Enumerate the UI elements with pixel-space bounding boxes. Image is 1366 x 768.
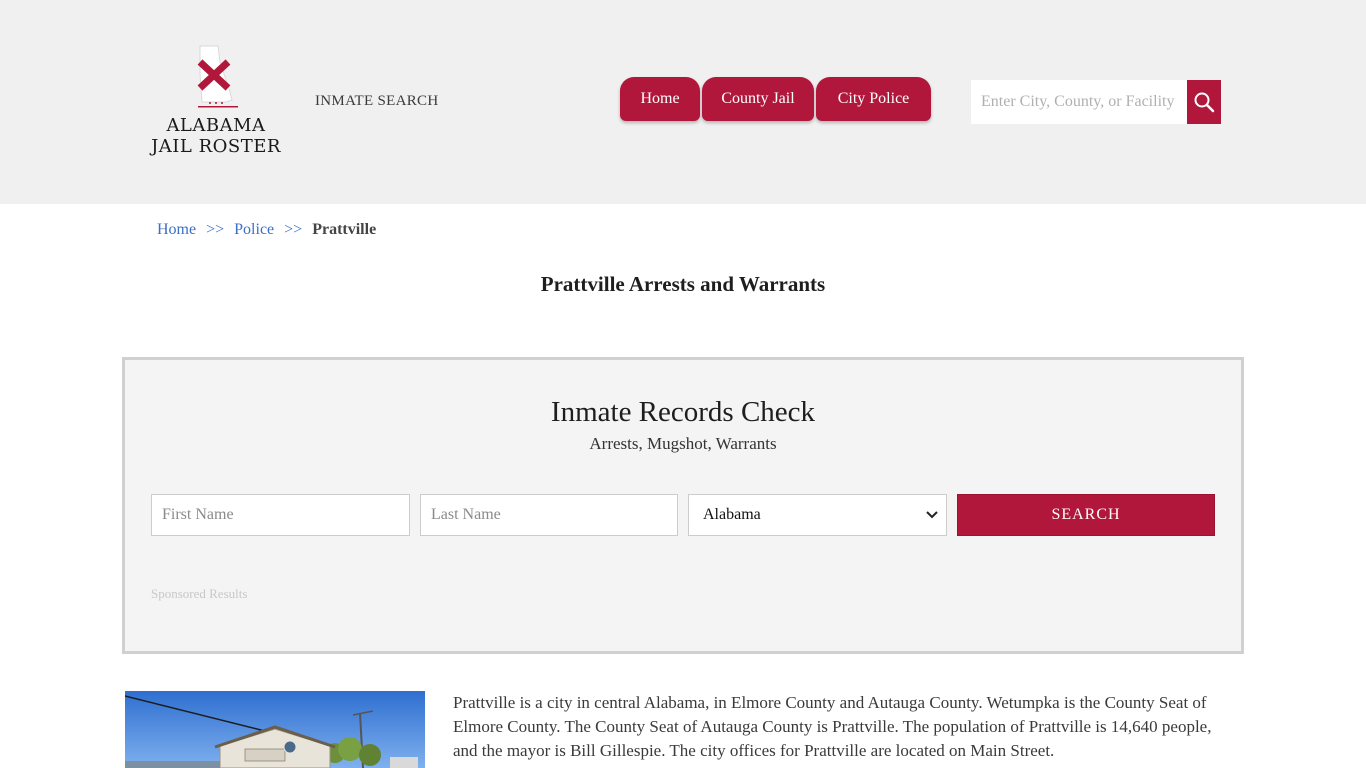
inmate-records-form: Inmate Records Check Arrests, Mugshot, W… [122,357,1244,654]
breadcrumb-separator: >> [284,221,303,238]
nav-city-police-button[interactable]: City Police [816,77,931,121]
site-search [971,80,1221,124]
records-subtitle: Arrests, Mugshot, Warrants [589,434,777,453]
breadcrumb: Home >> Police >> Prattville [157,221,376,239]
records-search-button[interactable]: SEARCH [957,494,1215,536]
search-icon [1194,92,1215,113]
breadcrumb-home-link[interactable]: Home [157,221,196,239]
main-nav: Home County Jail City Police [620,77,933,121]
state-select-value: Alabama [703,506,761,523]
logo-text-line2: JAIL ROSTER [151,136,281,157]
breadcrumb-current: Prattville [312,221,377,238]
city-photo [125,691,425,768]
last-name-input[interactable] [420,494,678,536]
site-logo[interactable]: ALABAMA JAIL ROSTER [150,40,285,165]
inmate-search-link[interactable]: INMATE SEARCH [315,93,439,110]
page-title: Prattville Arrests and Warrants [540,272,826,296]
breadcrumb-separator: >> [206,221,225,238]
sponsored-results-label: Sponsored Results [151,586,248,601]
logo-text-line1: ALABAMA [166,115,266,136]
site-search-input[interactable] [971,80,1187,124]
nav-county-jail-button[interactable]: County Jail [702,77,814,121]
first-name-input[interactable] [151,494,410,536]
chevron-down-icon [926,511,938,519]
city-description: Prattville is a city in central Alabama,… [453,693,1212,760]
state-select[interactable]: Alabama [688,494,947,536]
records-title: Inmate Records Check [550,396,816,428]
alabama-flag-icon [197,45,238,108]
breadcrumb-police-link[interactable]: Police [234,221,274,239]
nav-home-button[interactable]: Home [620,77,700,121]
site-header: ALABAMA JAIL ROSTER INMATE SEARCH Home C… [0,0,1366,204]
site-search-button[interactable] [1187,80,1221,124]
